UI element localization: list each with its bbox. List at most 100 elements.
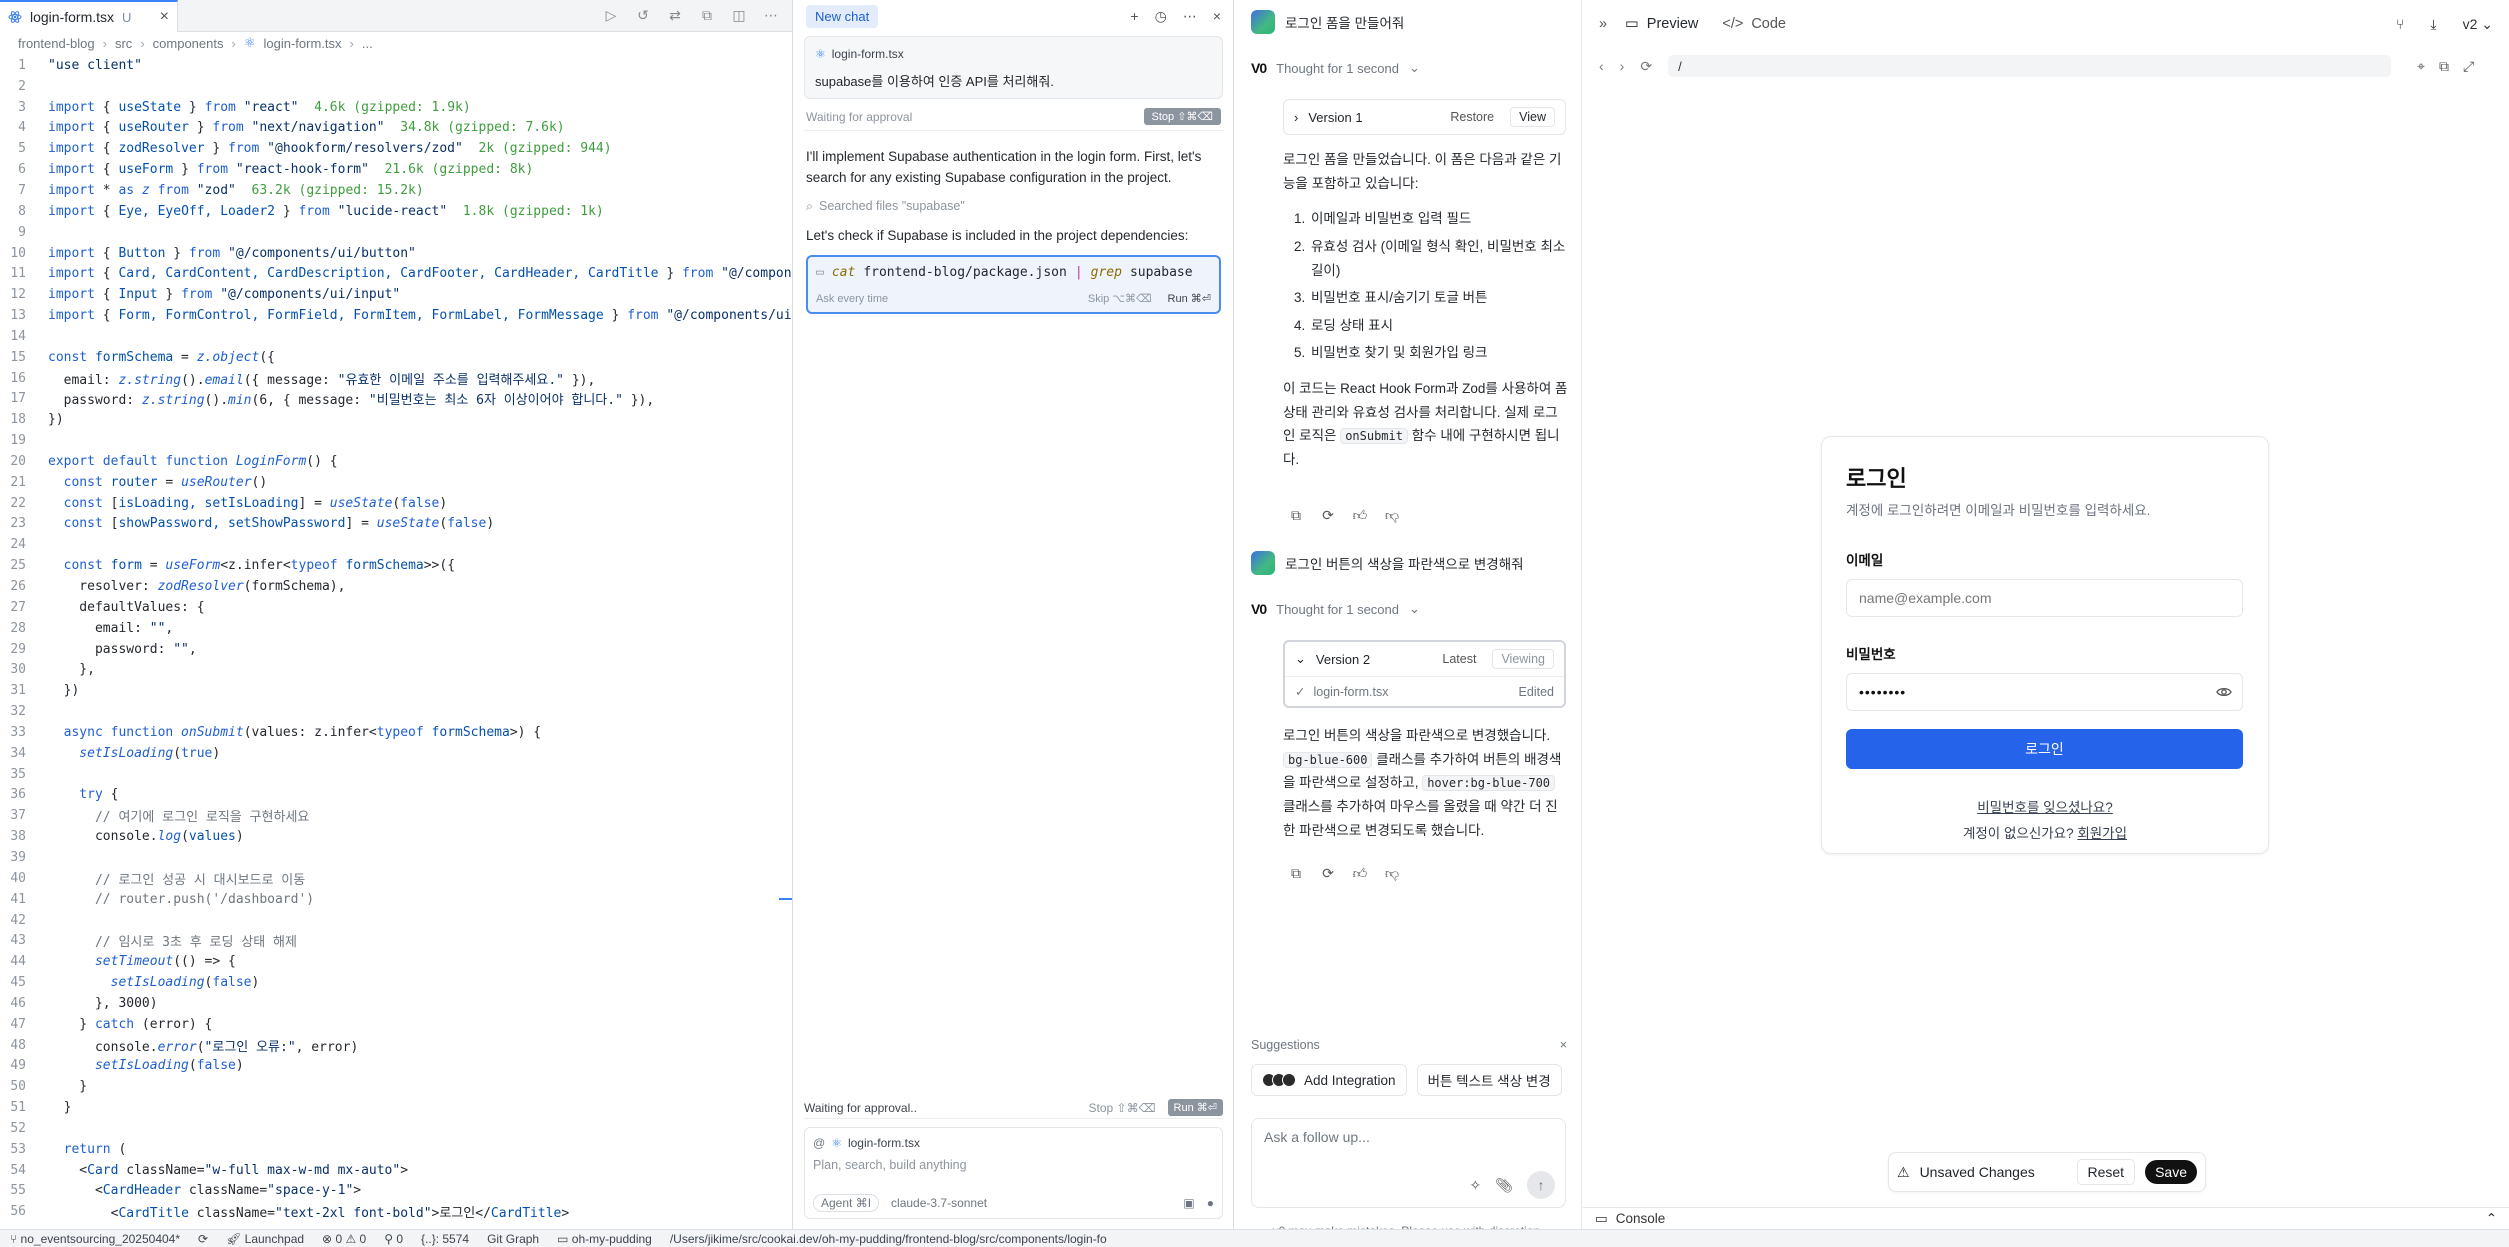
open-new-icon[interactable]: ⧉ <box>2439 58 2449 75</box>
download-icon[interactable]: ⤓ <box>2430 16 2436 33</box>
run-button[interactable]: Run ⌘⏎ <box>1168 291 1211 308</box>
branch-item[interactable]: ⑂ no_eventsourcing_20250404* <box>10 1232 180 1246</box>
close-icon[interactable]: × <box>1213 8 1221 25</box>
code-line[interactable]: 12 import { Input } from "@/components/ui… <box>0 284 792 305</box>
thumbs-up-icon[interactable]: 👍︎ <box>1351 864 1369 882</box>
code-line[interactable]: 52 <box>0 1118 792 1139</box>
code-line[interactable]: 43 // 임시로 3초 후 로딩 상태 해제 <box>0 930 792 951</box>
code-line[interactable]: 36 try { <box>0 785 792 806</box>
fork-icon[interactable]: ⑂ <box>2396 16 2404 32</box>
breadcrumb-item[interactable]: ... <box>362 36 373 51</box>
send-button[interactable]: ↑ <box>1527 1171 1555 1199</box>
copy-icon[interactable]: ⧉ <box>1287 864 1305 882</box>
run-icon[interactable]: ▷ <box>602 6 620 24</box>
history-icon[interactable]: ◷ <box>1155 8 1167 25</box>
ports-item[interactable]: ⚲ 0 <box>384 1232 403 1246</box>
code-line[interactable]: 10 import { Button } from "@/components/u… <box>0 243 792 264</box>
context-file-chip[interactable]: @ ⚛ login-form.tsx <box>813 1136 920 1150</box>
close-tab-icon[interactable]: × <box>160 8 169 26</box>
thought-toggle[interactable]: V0 Thought for 1 second ⌄ <box>1235 60 1420 76</box>
tab-preview[interactable]: ▭ Preview <box>1619 12 1704 36</box>
code-line[interactable]: 48 console.error("로그인 오류:", error) <box>0 1035 792 1056</box>
ask-every-time-select[interactable]: Ask every time <box>816 291 888 308</box>
code-line[interactable]: 20 export default function LoginForm() { <box>0 451 792 472</box>
problems-item[interactable]: ⊗ 0 ⚠ 0 <box>322 1232 366 1246</box>
code-line[interactable]: 56 <CardTitle className="text-2xl font-b… <box>0 1201 792 1222</box>
code-line[interactable]: 54 <Card className="w-full max-w-md mx-a… <box>0 1160 792 1181</box>
code-line[interactable]: 3 import { useState } from "react" 4.6k (… <box>0 97 792 118</box>
fullscreen-icon[interactable]: ⤢ <box>2463 58 2474 75</box>
suggestion-chip[interactable]: 버튼 텍스트 색상 변경 <box>1416 1064 1562 1096</box>
email-field[interactable]: name@example.com <box>1846 579 2243 617</box>
code-line[interactable]: 6 import { useForm } from "react-hook-for… <box>0 159 792 180</box>
code-line[interactable]: 7 import * as z from "zod" 63.2k (gzipped… <box>0 180 792 201</box>
code-line[interactable]: 25 const form = useForm<z.infer<typeof f… <box>0 555 792 576</box>
launchpad-item[interactable]: 🚀︎ Launchpad <box>226 1232 304 1246</box>
compare-icon[interactable]: ⧉ <box>698 6 716 24</box>
stop-button[interactable]: Stop ⇧⌘⌫ <box>1143 108 1221 125</box>
save-button[interactable]: Save <box>2145 1160 2197 1184</box>
breadcrumb-item[interactable]: src <box>115 36 132 51</box>
code-line[interactable]: 21 const router = useRouter() <box>0 472 792 493</box>
code-line[interactable]: 44 setTimeout(() => { <box>0 951 792 972</box>
skip-button[interactable]: Skip ⌥⌘⌫ <box>1088 291 1152 308</box>
code-area[interactable]: 1 "use client" 2 3 import { useState } from … <box>0 55 792 1222</box>
run-button[interactable]: Run ⌘⏎ <box>1167 1099 1223 1116</box>
breadcrumb-item[interactable]: frontend-blog <box>18 36 95 51</box>
code-line[interactable]: 55 <CardHeader className="space-y-1"> <box>0 1181 792 1202</box>
more-icon[interactable]: ⋯ <box>1183 8 1197 25</box>
retry-icon[interactable]: ⟳ <box>1319 864 1337 882</box>
followup-input[interactable]: Ask a follow up... ✧ 📎︎ ↑ <box>1251 1118 1566 1208</box>
code-line[interactable]: 41 // router.push('/dashboard') <box>0 889 792 910</box>
forward-icon[interactable]: › <box>1620 58 1625 74</box>
eye-icon[interactable] <box>2216 684 2232 700</box>
code-line[interactable]: 18}) <box>0 409 792 430</box>
signup-link[interactable]: 회원가입 <box>2077 826 2127 841</box>
attach-icon[interactable]: 📎︎ <box>1495 1177 1513 1194</box>
git-graph-item[interactable]: Git Graph <box>487 1232 539 1246</box>
new-chat-tab[interactable]: New chat <box>806 4 879 28</box>
code-line[interactable]: 31 }) <box>0 680 792 701</box>
code-line[interactable]: 2 <box>0 76 792 97</box>
open-changes-icon[interactable]: ⇄ <box>666 6 684 24</box>
code-line[interactable]: 32 <box>0 701 792 722</box>
code-line[interactable]: 4 import { useRouter } from "next/navigat… <box>0 118 792 139</box>
close-icon[interactable]: × <box>1560 1038 1567 1052</box>
chevron-right-icon[interactable]: › <box>1294 110 1298 125</box>
terminal-command-card[interactable]: ▭ cat frontend-blog/package.json | grep … <box>806 255 1221 315</box>
position-item[interactable]: {..}: 5574 <box>421 1232 469 1246</box>
thumbs-down-icon[interactable]: 👎︎ <box>1383 506 1401 524</box>
code-line[interactable]: 38 console.log(values) <box>0 826 792 847</box>
forgot-password-link[interactable]: 비밀번호를 잊으셨나요? <box>1977 800 2112 815</box>
code-line[interactable]: 47 } catch (error) { <box>0 1014 792 1035</box>
code-line[interactable]: 39 <box>0 847 792 868</box>
code-editor[interactable]: login-form.tsx U × ▷ ↺ ⇄ ⧉ ◫ ⋯ frontend-… <box>0 0 793 1237</box>
version-select[interactable]: v2 ⌄ <box>2463 16 2493 33</box>
code-line[interactable]: 14 <box>0 326 792 347</box>
code-line[interactable]: 50 } <box>0 1076 792 1097</box>
code-line[interactable]: 49 setIsLoading(false) <box>0 1056 792 1077</box>
agent-composer[interactable]: @ ⚛ login-form.tsx Plan, search, build a… <box>804 1127 1223 1219</box>
code-line[interactable]: 11 import { Card, CardContent, CardDescri… <box>0 263 792 284</box>
code-line[interactable]: 35 <box>0 764 792 785</box>
thought-toggle[interactable]: V0 Thought for 1 second ⌄ <box>1235 601 1420 617</box>
code-line[interactable]: 15 const formSchema = z.object({ <box>0 347 792 368</box>
tab-code[interactable]: </> Code <box>1716 12 1792 36</box>
url-input[interactable]: / <box>1668 55 2392 77</box>
sync-icon[interactable]: ⟳ <box>198 1232 208 1246</box>
code-line[interactable]: 29 password: "", <box>0 639 792 660</box>
submit-icon[interactable]: ● <box>1207 1196 1214 1210</box>
code-line[interactable]: 19 <box>0 430 792 451</box>
more-icon[interactable]: ⋯ <box>762 6 780 24</box>
history-icon[interactable]: ↺ <box>634 6 652 24</box>
code-line[interactable]: 16 email: z.string().email({ message: "유… <box>0 368 792 389</box>
code-line[interactable]: 46 }, 3000) <box>0 993 792 1014</box>
code-line[interactable]: 13 import { Form, FormControl, FormField,… <box>0 305 792 326</box>
refresh-icon[interactable]: ⟳ <box>1640 58 1652 75</box>
code-line[interactable]: 51 } <box>0 1097 792 1118</box>
at-icon[interactable]: @ <box>813 1136 825 1150</box>
code-line[interactable]: 37 // 여기에 로그인 로직을 구현하세요 <box>0 805 792 826</box>
editor-tab-login-form[interactable]: login-form.tsx U × <box>0 0 178 32</box>
code-line[interactable]: 42 <box>0 910 792 931</box>
code-line[interactable]: 1 "use client" <box>0 55 792 76</box>
